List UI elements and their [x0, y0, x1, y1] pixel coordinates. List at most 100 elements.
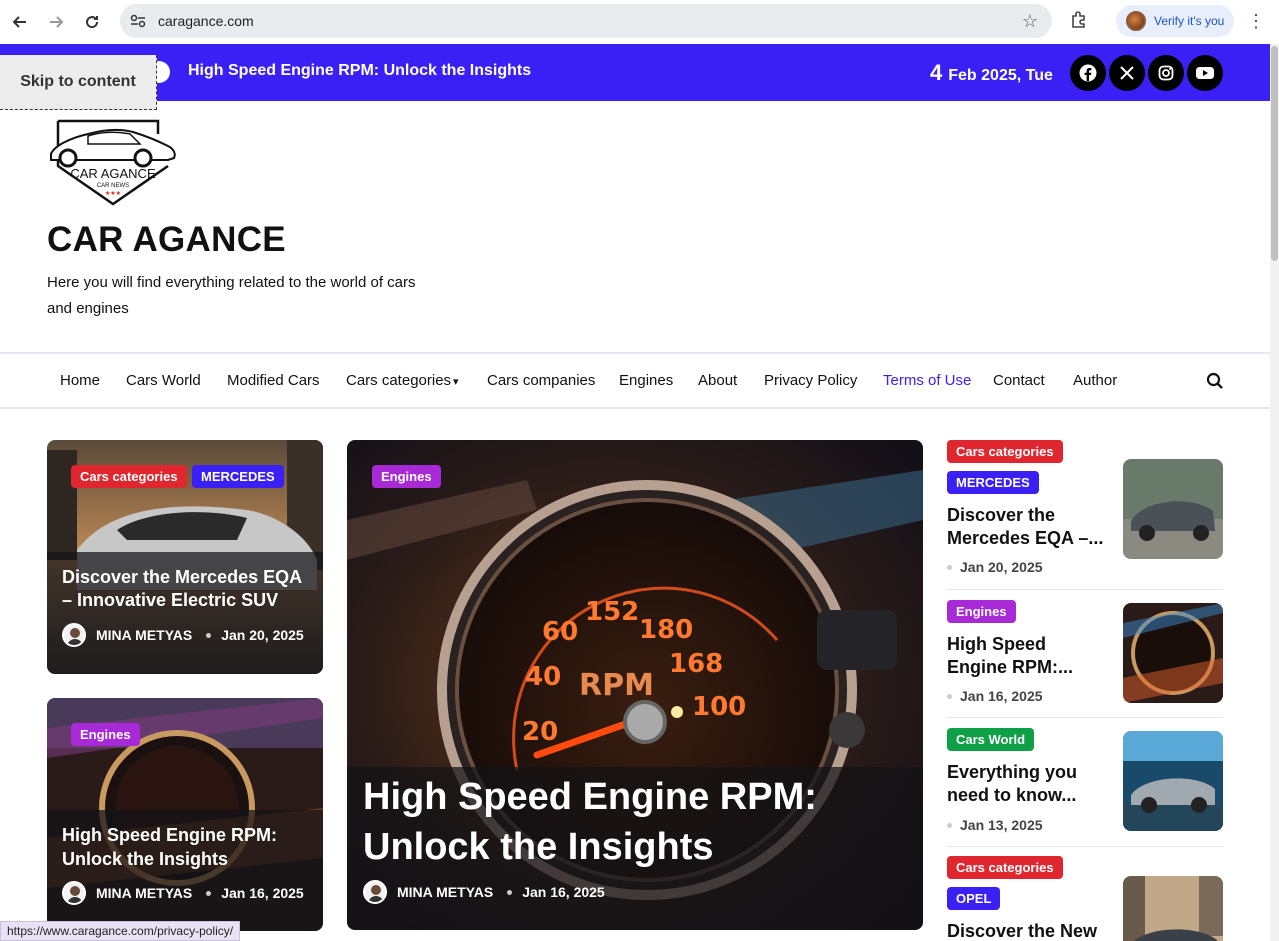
- logo-brand-text: CAR AGANCE: [70, 166, 156, 181]
- featured-post-title[interactable]: High Speed Engine RPM: Unlock the Insigh…: [363, 772, 903, 872]
- tag-cars-world[interactable]: Cars World: [947, 728, 1035, 751]
- ticker-headline[interactable]: High Speed Engine RPM: Unlock the Insigh…: [188, 62, 531, 80]
- post-thumbnail[interactable]: [1123, 731, 1223, 831]
- post-meta: MINA METYAS Jan 16, 2025: [62, 881, 304, 905]
- list-item[interactable]: Cars categories OPEL Discover the New: [947, 856, 1223, 941]
- reload-icon[interactable]: [74, 4, 110, 40]
- tag-engines[interactable]: Engines: [372, 465, 441, 488]
- post-thumbnail[interactable]: [1123, 603, 1223, 703]
- nav-privacy-policy[interactable]: Privacy Policy: [764, 372, 857, 389]
- extensions-icon[interactable]: [1068, 8, 1090, 30]
- site-description: Here you will find everything related to…: [47, 274, 416, 317]
- x-icon[interactable]: [1109, 55, 1145, 91]
- author-name[interactable]: MINA METYAS: [397, 884, 493, 900]
- post-date: Jan 16, 2025: [522, 884, 605, 900]
- post-title[interactable]: Everything you need to know...: [947, 761, 1107, 807]
- gauge-tick-60: 60: [542, 617, 578, 647]
- verify-profile-button[interactable]: Verify it's you: [1116, 5, 1234, 37]
- post-title[interactable]: High Speed Engine RPM:...: [947, 633, 1107, 679]
- gauge-tick-40: 40: [525, 662, 561, 692]
- post-card-mercedes[interactable]: Cars categories MERCEDES Discover the Me…: [47, 440, 323, 674]
- gauge-tick-20: 20: [522, 717, 558, 747]
- post-meta: MINA METYAS Jan 16, 2025: [363, 880, 605, 904]
- url-text: caragance.com: [158, 13, 254, 29]
- gauge-tick-180: 180: [639, 615, 693, 645]
- list-item[interactable]: Cars categories MERCEDES Discover the Me…: [947, 440, 1223, 580]
- top-bar: High Speed Engine RPM: Unlock the Insigh…: [0, 44, 1270, 101]
- tag-cars-categories[interactable]: Cars categories: [947, 440, 1063, 463]
- tag-mercedes[interactable]: MERCEDES: [192, 465, 284, 488]
- chevron-down-icon: ▾: [453, 376, 459, 388]
- tag-cars-categories[interactable]: Cars categories: [947, 856, 1063, 879]
- avatar: [62, 881, 86, 905]
- header-date: 4 Feb 2025, Tue: [930, 60, 1053, 86]
- post-title[interactable]: High Speed Engine RPM: Unlock the Insigh…: [62, 823, 312, 871]
- post-date: Jan 16, 2025: [947, 688, 1043, 704]
- nav-modified-cars[interactable]: Modified Cars: [227, 372, 320, 389]
- gauge-tick-100: 100: [692, 692, 746, 722]
- list-item[interactable]: Engines High Speed Engine RPM:... Jan 16…: [947, 600, 1223, 720]
- site-settings-icon[interactable]: [130, 13, 146, 29]
- post-title[interactable]: Discover the Mercedes EQA – Innovative E…: [62, 566, 312, 612]
- author-name[interactable]: MINA METYAS: [96, 627, 192, 643]
- meta-dot: [507, 889, 513, 895]
- divider: [947, 717, 1223, 718]
- tag-engines[interactable]: Engines: [947, 600, 1016, 623]
- verify-label: Verify it's you: [1154, 14, 1225, 28]
- main-navigation: Home Cars World Modified Cars Cars categ…: [0, 352, 1270, 409]
- tag-engines[interactable]: Engines: [71, 723, 140, 746]
- web-page: High Speed Engine RPM: Unlock the Insigh…: [0, 44, 1270, 941]
- page-scrollbar[interactable]: [1270, 44, 1279, 941]
- post-date: Jan 20, 2025: [947, 559, 1043, 575]
- scrollbar-thumb[interactable]: [1271, 46, 1278, 261]
- post-title[interactable]: Discover the Mercedes EQA –...: [947, 504, 1107, 550]
- nav-engines[interactable]: Engines: [619, 372, 673, 389]
- post-date: Jan 13, 2025: [947, 817, 1043, 833]
- date-rest: Feb 2025, Tue: [948, 67, 1053, 84]
- avatar: [363, 880, 387, 904]
- meta-dot: [206, 890, 212, 896]
- site-title[interactable]: CAR AGANCE: [47, 220, 286, 260]
- nav-author[interactable]: Author: [1073, 372, 1117, 389]
- post-title[interactable]: Discover the New: [947, 920, 1117, 941]
- nav-home[interactable]: Home: [60, 372, 100, 389]
- browser-toolbar: caragance.com ☆ Verify it's you ⋮: [0, 0, 1279, 44]
- skip-to-content-link[interactable]: Skip to content: [0, 55, 157, 110]
- nav-cars-world[interactable]: Cars World: [126, 372, 201, 389]
- gauge-tick-168: 168: [669, 649, 723, 679]
- bookmark-star-icon[interactable]: ☆: [1022, 11, 1038, 32]
- browser-menu-icon[interactable]: ⋮: [1247, 10, 1265, 32]
- tag-cars-categories[interactable]: Cars categories: [71, 465, 187, 488]
- back-icon[interactable]: [2, 4, 38, 40]
- divider: [947, 589, 1223, 590]
- post-card-engine-rpm-small[interactable]: Engines High Speed Engine RPM: Unlock th…: [47, 698, 323, 931]
- avatar: [62, 623, 86, 647]
- divider: [947, 846, 1223, 847]
- nav-terms-of-use[interactable]: Terms of Use: [883, 372, 971, 389]
- post-date: Jan 16, 2025: [221, 885, 304, 901]
- instagram-icon[interactable]: [1148, 55, 1184, 91]
- author-name[interactable]: MINA METYAS: [96, 885, 192, 901]
- nav-cars-companies[interactable]: Cars companies: [487, 372, 595, 389]
- search-icon[interactable]: [1206, 372, 1224, 390]
- post-date-text: Jan 20, 2025: [960, 559, 1043, 575]
- nav-contact[interactable]: Contact: [993, 372, 1045, 389]
- post-date-text: Jan 13, 2025: [960, 817, 1043, 833]
- meta-dot: [206, 632, 212, 638]
- nav-cars-categories[interactable]: Cars categories ▾: [346, 372, 459, 389]
- post-thumbnail[interactable]: [1123, 876, 1223, 941]
- site-logo[interactable]: CAR AGANCE CAR NEWS ★★★: [48, 116, 178, 206]
- logo-sub-text: CAR NEWS: [97, 183, 129, 189]
- post-thumbnail[interactable]: [1123, 459, 1223, 559]
- forward-icon[interactable]: [38, 4, 74, 40]
- profile-avatar: [1126, 11, 1146, 31]
- list-item[interactable]: Cars World Everything you need to know..…: [947, 728, 1223, 848]
- facebook-icon[interactable]: [1070, 55, 1106, 91]
- tag-mercedes[interactable]: MERCEDES: [947, 471, 1039, 494]
- address-bar[interactable]: caragance.com ☆: [120, 4, 1052, 38]
- nav-about[interactable]: About: [698, 372, 737, 389]
- featured-post-card[interactable]: 20 40 60 152 180 168 100 RPM Engines Hig…: [347, 440, 923, 930]
- tag-opel[interactable]: OPEL: [947, 887, 1001, 910]
- gauge-tick-152: 152: [585, 597, 639, 627]
- youtube-icon[interactable]: [1187, 55, 1223, 91]
